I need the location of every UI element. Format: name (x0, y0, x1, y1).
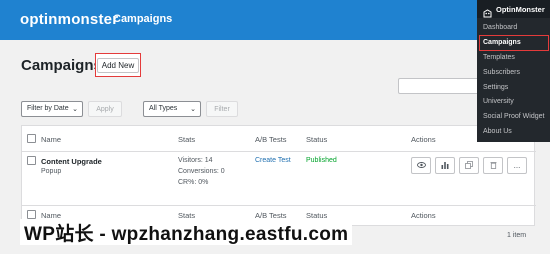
add-new-highlight: Add New (95, 53, 141, 77)
search-input[interactable] (398, 78, 488, 94)
reports-button[interactable] (435, 157, 455, 174)
top-header: optinmonster Campaigns (0, 0, 550, 40)
chevron-down-icon: ⌄ (72, 106, 78, 113)
more-actions-button[interactable]: ... (507, 157, 527, 174)
more-icon: ... (513, 161, 521, 170)
add-new-button[interactable]: Add New (96, 57, 140, 73)
header-title: Campaigns (113, 13, 173, 25)
menu-item-about-us[interactable]: About Us (483, 128, 512, 135)
preview-button[interactable] (411, 157, 431, 174)
select-all-checkbox[interactable] (27, 134, 36, 143)
duplicate-button[interactable] (459, 157, 479, 174)
menu-header-label: OptinMonster (496, 5, 545, 14)
menu-item-university[interactable]: University (483, 98, 514, 105)
menu-item-dashboard[interactable]: Dashboard (483, 24, 517, 31)
bar-chart-icon (441, 161, 449, 171)
menu-item-templates[interactable]: Templates (483, 54, 515, 61)
footer-divider (22, 205, 536, 206)
row-checkbox[interactable] (27, 156, 36, 165)
admin-submenu: OptinMonster Dashboard Campaigns Templat… (477, 0, 550, 142)
eye-icon (416, 161, 426, 170)
column-header-status: Status (306, 135, 328, 144)
optinmonster-icon (483, 5, 492, 18)
apply-button[interactable]: Apply (88, 101, 122, 117)
date-filter-label: Filter by Date (27, 105, 69, 112)
filter-button[interactable]: Filter (206, 101, 238, 117)
menu-item-settings[interactable]: Settings (483, 84, 508, 91)
campaign-name-link[interactable]: Content Upgrade (41, 157, 102, 166)
column-header-name[interactable]: Name (41, 135, 61, 144)
header-divider (22, 151, 536, 152)
create-test-link[interactable]: Create Test (255, 157, 291, 164)
item-count: 1 item (507, 232, 527, 239)
footer-header-actions: Actions (411, 211, 436, 220)
delete-button[interactable] (483, 157, 503, 174)
campaigns-table: Name Stats A/B Tests Status Actions Cont… (21, 125, 536, 226)
type-filter-label: All Types (149, 105, 178, 112)
column-header-ab-tests: A/B Tests (255, 135, 287, 144)
conversions-stat: Conversions: 0 (178, 168, 225, 175)
menu-item-subscribers[interactable]: Subscribers (483, 69, 520, 76)
status-badge: Published (306, 157, 337, 164)
optinmonster-logo: optinmonster (20, 11, 119, 28)
menu-item-social-proof-widget[interactable]: Social Proof Widget (483, 113, 544, 120)
chevron-down-icon: ⌄ (190, 106, 196, 113)
page-title: Campaigns (21, 57, 102, 74)
duplicate-icon (465, 160, 473, 171)
campaign-type: Popup (41, 168, 62, 175)
conversion-rate-stat: CR%: 0% (178, 179, 209, 186)
campaigns-highlight-box (479, 35, 549, 51)
menu-header[interactable]: OptinMonster (477, 0, 550, 18)
type-filter-select[interactable]: All Types ⌄ (143, 101, 201, 117)
visitors-stat: Visitors: 14 (178, 157, 213, 164)
column-header-actions: Actions (411, 135, 436, 144)
trash-icon (490, 161, 497, 171)
date-filter-select[interactable]: Filter by Date ⌄ (21, 101, 83, 117)
watermark-text: WP站长 - wpzhanzhang.eastfu.com (20, 219, 353, 245)
column-header-stats: Stats (178, 135, 196, 144)
